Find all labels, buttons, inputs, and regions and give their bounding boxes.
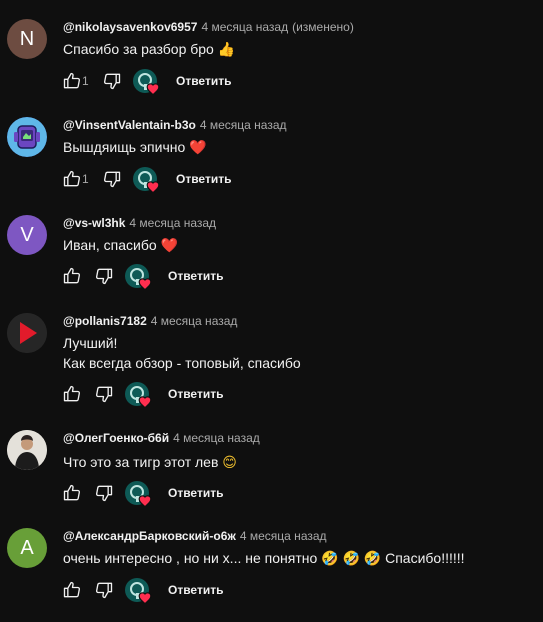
comment-time[interactable]: 4 месяца назад	[200, 118, 287, 132]
thumbs-up-icon	[63, 385, 81, 402]
comment-text: Спасибо за разбор бро 👍	[63, 39, 235, 60]
comment-time[interactable]: 4 месяца назад	[173, 431, 260, 445]
thumbs-down-icon	[95, 485, 113, 502]
thumbs-down-icon	[95, 582, 113, 599]
like-count: 1	[82, 172, 89, 186]
comment-text-line: Вышдяищь эпично	[63, 139, 186, 155]
comment-time[interactable]: 4 месяца назад	[240, 529, 327, 543]
comment-actions: Ответить	[56, 260, 235, 292]
avatar[interactable]: V	[7, 215, 47, 255]
comment-time[interactable]: 4 месяца назад	[151, 314, 238, 328]
avatar[interactable]	[7, 313, 47, 353]
dislike-button[interactable]	[96, 65, 128, 97]
reply-button[interactable]: Ответить	[164, 163, 243, 195]
comment-text-line: Что это за тигр этот лев	[63, 454, 219, 470]
comment-header: @АлександрБарковский-о6ж 4 месяца назад	[63, 528, 327, 544]
thumbs-down-icon	[95, 268, 113, 285]
comment-text-line: Как всегда обзор - топовый, спасибо	[63, 355, 301, 371]
comment-header: @pollanis7182 4 месяца назад	[63, 313, 237, 329]
avatar[interactable]	[7, 430, 47, 470]
comment-author[interactable]: @ОлегГоенко-б6й	[63, 431, 169, 445]
dislike-button[interactable]	[88, 574, 120, 606]
comment-time[interactable]: 4 месяца назад	[129, 216, 216, 230]
heart-icon	[146, 181, 160, 193]
creator-heart-badge[interactable]	[124, 378, 156, 410]
avatar-letter: A	[20, 536, 34, 559]
comment-emoji: 👍	[217, 42, 236, 58]
comment-text-line: Иван, спасибо	[63, 237, 157, 253]
avatar[interactable]	[7, 117, 47, 157]
comment-header: @VinsentValentain-b3o 4 месяца назад	[63, 117, 287, 133]
comment-author[interactable]: @vs-wl3hk	[63, 216, 125, 230]
comment-actions: 1 Ответить	[56, 65, 243, 97]
reply-button[interactable]: Ответить	[156, 260, 235, 292]
person-photo-avatar-icon	[7, 430, 47, 470]
heart-icon	[138, 495, 152, 507]
reply-button[interactable]: Ответить	[156, 378, 235, 410]
dislike-button[interactable]	[88, 260, 120, 292]
comment-header: @vs-wl3hk 4 месяца назад	[63, 215, 216, 231]
red-play-avatar-icon	[7, 313, 47, 353]
edited-label: (изменено)	[292, 20, 354, 34]
comment-header: @ОлегГоенко-б6й 4 месяца назад	[63, 430, 260, 446]
like-button[interactable]	[56, 378, 88, 410]
comment-emoji: ❤️	[189, 140, 207, 156]
avatar[interactable]: A	[7, 528, 47, 568]
thumbs-up-icon	[63, 267, 81, 284]
thumbs-down-icon	[103, 73, 121, 90]
thumbs-up-icon	[63, 72, 81, 89]
reply-button[interactable]: Ответить	[156, 574, 235, 606]
like-button[interactable]	[56, 574, 88, 606]
comment-time[interactable]: 4 месяца назад	[201, 20, 288, 34]
reply-button[interactable]: Ответить	[164, 65, 243, 97]
comment-author[interactable]: @nikolaysavenkov6957	[63, 20, 197, 34]
comment-actions: Ответить	[56, 477, 235, 509]
creator-heart-badge[interactable]	[124, 260, 156, 292]
thumbs-down-icon	[95, 386, 113, 403]
comment-text: Что это за тигр этот лев 😊	[63, 452, 237, 473]
comment-author[interactable]: @VinsentValentain-b3o	[63, 118, 196, 132]
purple-device-avatar-icon	[7, 117, 47, 157]
comment-actions: Ответить	[56, 574, 235, 606]
thumbs-up-icon	[63, 581, 81, 598]
comment-actions: Ответить	[56, 378, 235, 410]
avatar-letter: V	[20, 223, 34, 246]
like-button[interactable]	[56, 260, 88, 292]
comment-emoji: 😊	[222, 455, 237, 471]
avatar[interactable]: N	[7, 19, 47, 59]
creator-heart-badge[interactable]	[132, 65, 164, 97]
comment-text-line: Спасибо за разбор бро	[63, 41, 214, 57]
creator-heart-badge[interactable]	[124, 574, 156, 606]
heart-icon	[138, 396, 152, 408]
thumbs-up-icon	[63, 170, 81, 187]
comment-text-line: очень интересно , но ни х... не понятно …	[63, 550, 465, 566]
dislike-button[interactable]	[88, 378, 120, 410]
comment-author[interactable]: @АлександрБарковский-о6ж	[63, 529, 236, 543]
heart-icon	[146, 83, 160, 95]
comment-text-line: Лучший!	[63, 335, 118, 351]
like-count: 1	[82, 74, 89, 88]
comment-actions: 1 Ответить	[56, 163, 243, 195]
comment-author[interactable]: @pollanis7182	[63, 314, 147, 328]
dislike-button[interactable]	[88, 477, 120, 509]
heart-icon	[138, 278, 152, 290]
heart-icon	[138, 592, 152, 604]
reply-button[interactable]: Ответить	[156, 477, 235, 509]
creator-heart-badge[interactable]	[124, 477, 156, 509]
avatar-letter: N	[19, 27, 35, 50]
thumbs-up-icon	[63, 484, 81, 501]
comment-emoji: ❤️	[160, 238, 178, 254]
like-button[interactable]	[56, 477, 88, 509]
dislike-button[interactable]	[96, 163, 128, 195]
comment-text: Вышдяищь эпично ❤️	[63, 137, 207, 158]
comment-text: Иван, спасибо ❤️	[63, 235, 178, 256]
comment-header: @nikolaysavenkov6957 4 месяца назад (измен…	[63, 19, 354, 35]
thumbs-down-icon	[103, 171, 121, 188]
creator-heart-badge[interactable]	[132, 163, 164, 195]
